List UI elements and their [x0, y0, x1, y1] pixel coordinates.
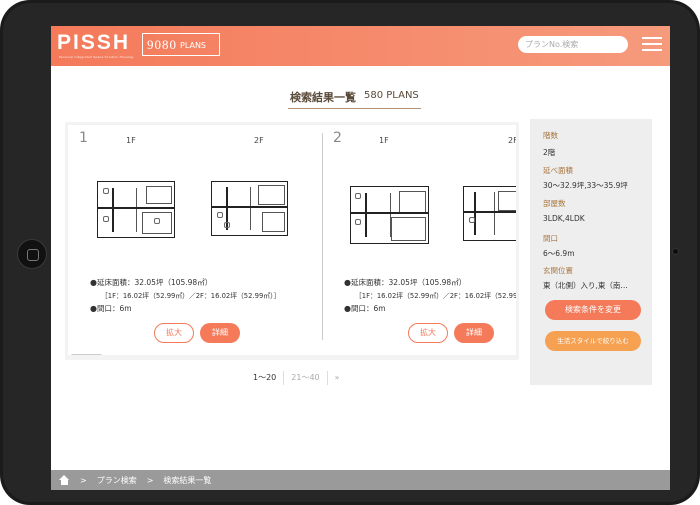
plan-card: 2 1F 2F ●延床面積：32.05坪（105.98㎡） ［1F：16.02坪…: [322, 125, 516, 355]
floor-label-1f: 1F: [379, 136, 389, 145]
breadcrumb-separator: >: [146, 475, 154, 485]
condition-floors-label: 階数: [543, 131, 558, 140]
plan-card-number: 2: [333, 130, 342, 146]
plans-total-label: PLANS: [180, 41, 206, 50]
page-link-1-20[interactable]: 1〜20: [246, 371, 285, 385]
condition-rooms-label: 部屋数: [543, 199, 566, 208]
breadcrumb: > プラン検索 > 検索結果一覧: [51, 470, 670, 490]
plan-floor-area-detail: ［1F：16.02坪（52.99㎡）／2F：16.02坪（52.99㎡）］: [355, 292, 516, 300]
zoom-button[interactable]: 拡大: [408, 323, 448, 343]
plan-card: 1 1F 2F ●延床面積：32.05坪（105.98㎡） ［1F：16.02坪…: [68, 125, 318, 355]
tablet-frame: PISSH Personal Integrated Space Solution…: [0, 0, 700, 505]
plan-frontage: ●間口：6m: [344, 304, 386, 313]
condition-floors-value: 2階: [543, 148, 556, 157]
lifestyle-filter-button[interactable]: 生活スタイルで絞り込む: [545, 331, 641, 351]
plan-floor-area: ●延床面積：32.05坪（105.98㎡）: [344, 278, 467, 287]
page-link-21-40[interactable]: 21〜40: [284, 371, 328, 385]
hamburger-menu-icon[interactable]: [642, 37, 662, 53]
results-count: 580 PLANS: [364, 90, 419, 101]
carousel-scrollbar[interactable]: [71, 354, 102, 355]
page-next-link[interactable]: »: [328, 371, 347, 385]
zoom-button[interactable]: 拡大: [154, 323, 194, 343]
breadcrumb-plan-search[interactable]: プラン検索: [97, 475, 137, 486]
plan-frontage: ●間口：6m: [90, 304, 132, 313]
plan-number-search-input[interactable]: プランNo.検索: [518, 36, 628, 53]
search-conditions-panel: 階数 2階 延べ面積 30〜32.9坪,33〜35.9坪 部屋数 3LDK,4L…: [530, 119, 652, 385]
floor-label-2f: 2F: [254, 136, 264, 145]
condition-frontage-label: 間口: [543, 234, 558, 243]
floor-label-2f: 2F: [508, 136, 516, 145]
floor-plan-1f-image[interactable]: [350, 186, 429, 244]
detail-button[interactable]: 詳細: [454, 323, 494, 343]
results-heading: 検索結果一覧 580 PLANS: [288, 89, 421, 109]
home-icon[interactable]: [59, 475, 70, 485]
tablet-camera: [672, 248, 679, 255]
condition-entrance-label: 玄関位置: [543, 266, 573, 275]
breadcrumb-separator: >: [80, 475, 87, 485]
floor-plan-2f-image[interactable]: [211, 181, 288, 236]
screen: PISSH Personal Integrated Space Solution…: [51, 26, 670, 490]
condition-frontage-value: 6〜6.9m: [543, 249, 575, 258]
plans-total-count: 9080: [147, 36, 177, 52]
condition-area-value: 30〜32.9坪,33〜35.9坪: [543, 181, 628, 190]
floor-plan-1f-image[interactable]: [97, 181, 175, 238]
plan-floor-area-detail: ［1F：16.02坪（52.99㎡）／2F：16.02坪（52.99㎡）］: [101, 292, 281, 300]
breadcrumb-current: 検索結果一覧: [163, 475, 212, 485]
condition-rooms-value: 3LDK,4LDK: [543, 214, 585, 223]
results-heading-label: 検索結果一覧: [290, 91, 356, 104]
detail-button[interactable]: 詳細: [200, 323, 240, 343]
site-logo-tagline: Personal Integrated Space Solution Housi…: [59, 55, 134, 59]
plans-total-badge: 9080 PLANS: [142, 33, 220, 56]
condition-area-label: 延べ面積: [543, 166, 573, 175]
plan-floor-area: ●延床面積：32.05坪（105.98㎡）: [90, 278, 213, 287]
change-conditions-button[interactable]: 検索条件を変更: [545, 300, 641, 320]
results-carousel: 1 1F 2F ●延床面積：32.05坪（105.98㎡） ［1F：16.02坪…: [65, 122, 519, 360]
site-header: PISSH Personal Integrated Space Solution…: [51, 26, 670, 66]
results-carousel-viewport[interactable]: 1 1F 2F ●延床面積：32.05坪（105.98㎡） ［1F：16.02坪…: [68, 125, 516, 355]
plan-card-number: 1: [79, 130, 88, 146]
floor-plan-2f-image[interactable]: [463, 186, 516, 241]
pagination: 1〜20 21〜40 »: [246, 371, 347, 385]
floor-label-1f: 1F: [126, 136, 136, 145]
tablet-home-button[interactable]: [17, 239, 47, 269]
site-logo[interactable]: PISSH: [57, 31, 130, 55]
condition-entrance-value: 東（北側）入り,東（南…: [543, 281, 628, 290]
